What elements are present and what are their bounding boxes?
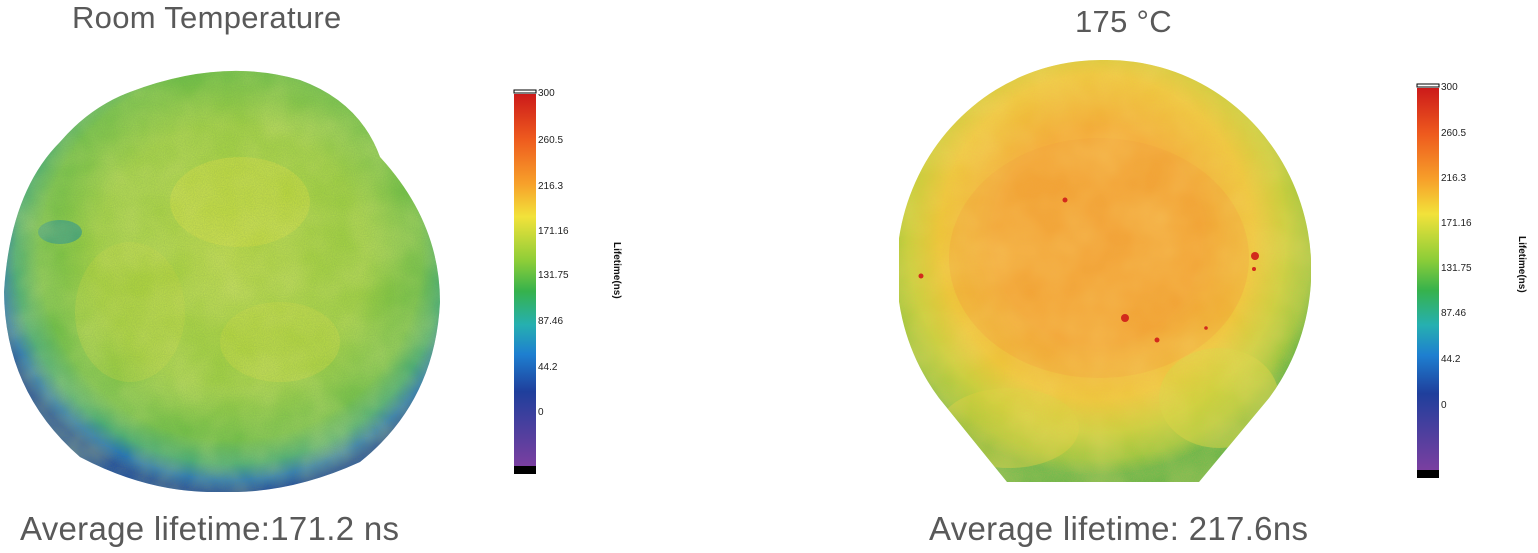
defect-spot xyxy=(1251,252,1259,260)
panel-title: Room Temperature xyxy=(72,0,342,35)
panel-room-temperature: Room Temperature 300 260.5 216.3 171.16 … xyxy=(0,0,769,553)
wafer-lifetime-map xyxy=(899,59,1311,482)
panel-175c: 175 °C 300 260.5 216.3 171.16 131.75 87.… xyxy=(769,0,1538,553)
defect-spot xyxy=(918,273,924,279)
tick-label: 0 xyxy=(538,407,544,418)
tick-label: 260.5 xyxy=(538,135,563,146)
tick-label: 171.16 xyxy=(538,226,569,237)
defect-spot xyxy=(1121,314,1129,322)
average-lifetime-caption: Average lifetime: 217.6ns xyxy=(929,510,1309,547)
defect-spot xyxy=(1252,267,1256,271)
tick-label: 300 xyxy=(1441,82,1458,93)
tick-label: 131.75 xyxy=(538,270,569,281)
defect-spot xyxy=(1154,337,1160,343)
tick-label: 87.46 xyxy=(1441,308,1466,319)
tick-label: 0 xyxy=(1441,400,1447,411)
defect-spot xyxy=(1062,197,1068,203)
panel-title: 175 °C xyxy=(1075,4,1172,39)
colorbar-label: Lifetime(ns) xyxy=(1516,236,1527,293)
wafer-lifetime-map xyxy=(4,70,440,492)
colorbar: 300 260.5 216.3 171.16 131.75 87.46 44.2… xyxy=(1416,82,1527,478)
average-lifetime-caption: Average lifetime:171.2 ns xyxy=(20,510,400,547)
tick-label: 216.3 xyxy=(538,181,563,192)
defect-spot xyxy=(1204,326,1208,330)
colorbar-label: Lifetime(ns) xyxy=(611,242,622,299)
tick-label: 87.46 xyxy=(538,316,563,327)
tick-label: 216.3 xyxy=(1441,173,1466,184)
tick-label: 44.2 xyxy=(538,362,558,373)
tick-label: 171.16 xyxy=(1441,218,1472,229)
tick-label: 300 xyxy=(538,88,555,99)
tick-label: 131.75 xyxy=(1441,263,1472,274)
colorbar: 300 260.5 216.3 171.16 131.75 87.46 44.2… xyxy=(513,88,622,474)
tick-label: 260.5 xyxy=(1441,128,1466,139)
tick-label: 44.2 xyxy=(1441,354,1461,365)
